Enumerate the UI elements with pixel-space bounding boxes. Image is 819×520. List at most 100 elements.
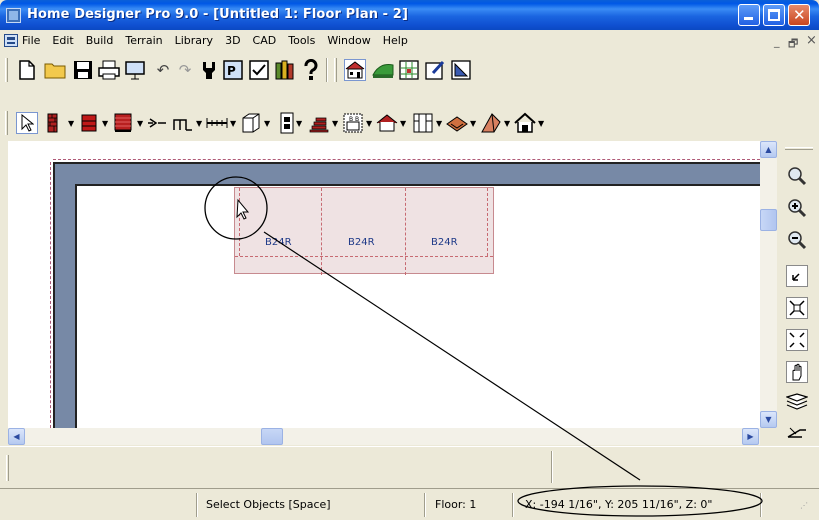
fixture-icon[interactable]: B B [342,112,364,134]
arch-icon[interactable] [480,112,502,134]
undo-icon[interactable]: ↶ [152,59,174,81]
fill-window-icon[interactable] [198,59,220,81]
dropdown-arrow-icon[interactable]: ▼ [504,119,510,128]
cabinet-outline [487,188,488,256]
toolbar-grip[interactable] [6,455,9,481]
window-title: Home Designer Pro 9.0 - [Untitled 1: Flo… [27,7,408,22]
maximize-button[interactable] [763,4,785,26]
floor-plan-icon[interactable] [344,59,366,81]
dropdown-arrow-icon[interactable]: ▼ [332,119,338,128]
slab-icon[interactable] [446,112,468,134]
dropdown-arrow-icon[interactable]: ▼ [264,119,270,128]
library-icon[interactable] [274,59,296,81]
resize-grip-icon[interactable]: ⋰ [800,501,808,510]
open-folder-icon[interactable] [44,59,66,81]
zoom-icon[interactable] [786,165,808,187]
dropdown-arrow-icon[interactable]: ▼ [366,119,372,128]
dropdown-arrow-icon[interactable]: ▼ [296,119,302,128]
cabinet-label: B24R [348,237,375,248]
stair-tool-icon[interactable] [172,112,194,134]
floor-plan-canvas[interactable]: B24R B24R B24R [8,141,760,428]
dropdown-arrow-icon[interactable]: ▼ [137,119,143,128]
shelf-icon[interactable] [412,112,434,134]
menu-tools[interactable]: Tools [288,34,315,47]
menu-build[interactable]: Build [86,34,114,47]
toolbar-grip[interactable] [5,111,8,135]
dropdown-arrow-icon[interactable]: ▼ [230,119,236,128]
box-tool-icon[interactable] [240,112,262,134]
toolbar-separator [326,58,328,82]
cabinet-divider [405,188,406,275]
scroll-up-button[interactable]: ▲ [760,141,777,158]
dropdown-arrow-icon[interactable]: ▼ [436,119,442,128]
fill-window-icon[interactable] [786,297,808,319]
svg-text:B B: B B [349,116,359,123]
vertical-scrollbar[interactable]: ▲ ▼ [760,141,777,428]
checklist-icon[interactable] [248,59,270,81]
menu-terrain[interactable]: Terrain [125,34,162,47]
stairs-icon[interactable] [308,112,330,134]
close-button[interactable]: ✕ [788,4,810,26]
maximize-icon [768,9,780,21]
menu-cad[interactable]: CAD [253,34,277,47]
zoom-box-icon[interactable] [786,265,808,287]
new-document-icon[interactable] [16,59,38,81]
elevation-icon[interactable] [398,59,420,81]
wall-tool-icon[interactable] [44,112,66,134]
pan-icon[interactable] [786,361,808,383]
status-bar: Select Objects [Space] Floor: 1 X: -194 … [0,488,819,520]
menu-file[interactable]: File [22,34,40,47]
redo-icon[interactable]: ↷ [174,59,196,81]
app-icon[interactable] [6,8,21,23]
dropdown-arrow-icon[interactable]: ▼ [400,119,406,128]
close-icon: ✕ [793,6,806,24]
dimension-line-icon[interactable] [206,112,228,134]
mdi-close-button[interactable]: × [806,33,817,48]
dropdown-arrow-icon[interactable]: ▼ [538,119,544,128]
cabinet-tool-icon[interactable] [78,112,100,134]
roof-icon[interactable] [376,112,398,134]
save-icon[interactable] [72,59,94,81]
menu-help[interactable]: Help [383,34,408,47]
print-icon[interactable] [98,59,120,81]
scroll-right-button[interactable]: ▶ [742,428,759,445]
toolbar-grip[interactable] [785,147,813,150]
window-tool-icon[interactable] [112,112,134,134]
menu-library[interactable]: Library [175,34,213,47]
dropdown-arrow-icon[interactable]: ▼ [470,119,476,128]
menu-window[interactable]: Window [327,34,370,47]
edit-icon[interactable] [424,59,446,81]
toolbar-grip[interactable] [334,58,337,82]
mdi-minimize-button[interactable]: _ [774,35,780,48]
dropdown-arrow-icon[interactable]: ▼ [102,119,108,128]
select-arrow-icon[interactable] [16,112,38,134]
help-icon[interactable] [300,59,322,81]
menu-3d[interactable]: 3D [225,34,240,47]
select-objects-icon[interactable]: P [222,59,244,81]
toolbar-grip[interactable] [5,58,8,82]
camera-icon[interactable] [372,59,394,81]
layer-icon[interactable] [276,112,298,134]
scroll-left-button[interactable]: ◀ [8,428,25,445]
print-preview-icon[interactable] [124,59,146,81]
layers-icon[interactable] [786,391,808,413]
scroll-thumb[interactable] [261,428,283,445]
horizontal-scrollbar[interactable]: ◀ ▶ [8,428,760,445]
scroll-down-button[interactable]: ▼ [760,411,777,428]
dropdown-arrow-icon[interactable]: ▼ [196,119,202,128]
menu-edit[interactable]: Edit [52,34,73,47]
zoom-in-icon[interactable] [786,197,808,219]
dimension-icon[interactable] [450,59,472,81]
base-cabinet-group[interactable]: B24R B24R B24R [234,187,494,275]
house-icon[interactable] [514,112,536,134]
wall-dashed-line [53,159,760,161]
fill-all-icon[interactable] [786,329,808,351]
zoom-out-icon[interactable] [786,229,808,251]
menu-items: File Edit Build Terrain Library 3D CAD T… [22,34,420,47]
dropdown-arrow-icon[interactable]: ▼ [68,119,74,128]
door-tool-icon[interactable] [146,112,168,134]
document-menu-icon[interactable] [4,34,18,47]
tool-palette-icon[interactable] [786,421,808,443]
minimize-button[interactable] [738,4,760,26]
scroll-thumb[interactable] [760,209,777,231]
